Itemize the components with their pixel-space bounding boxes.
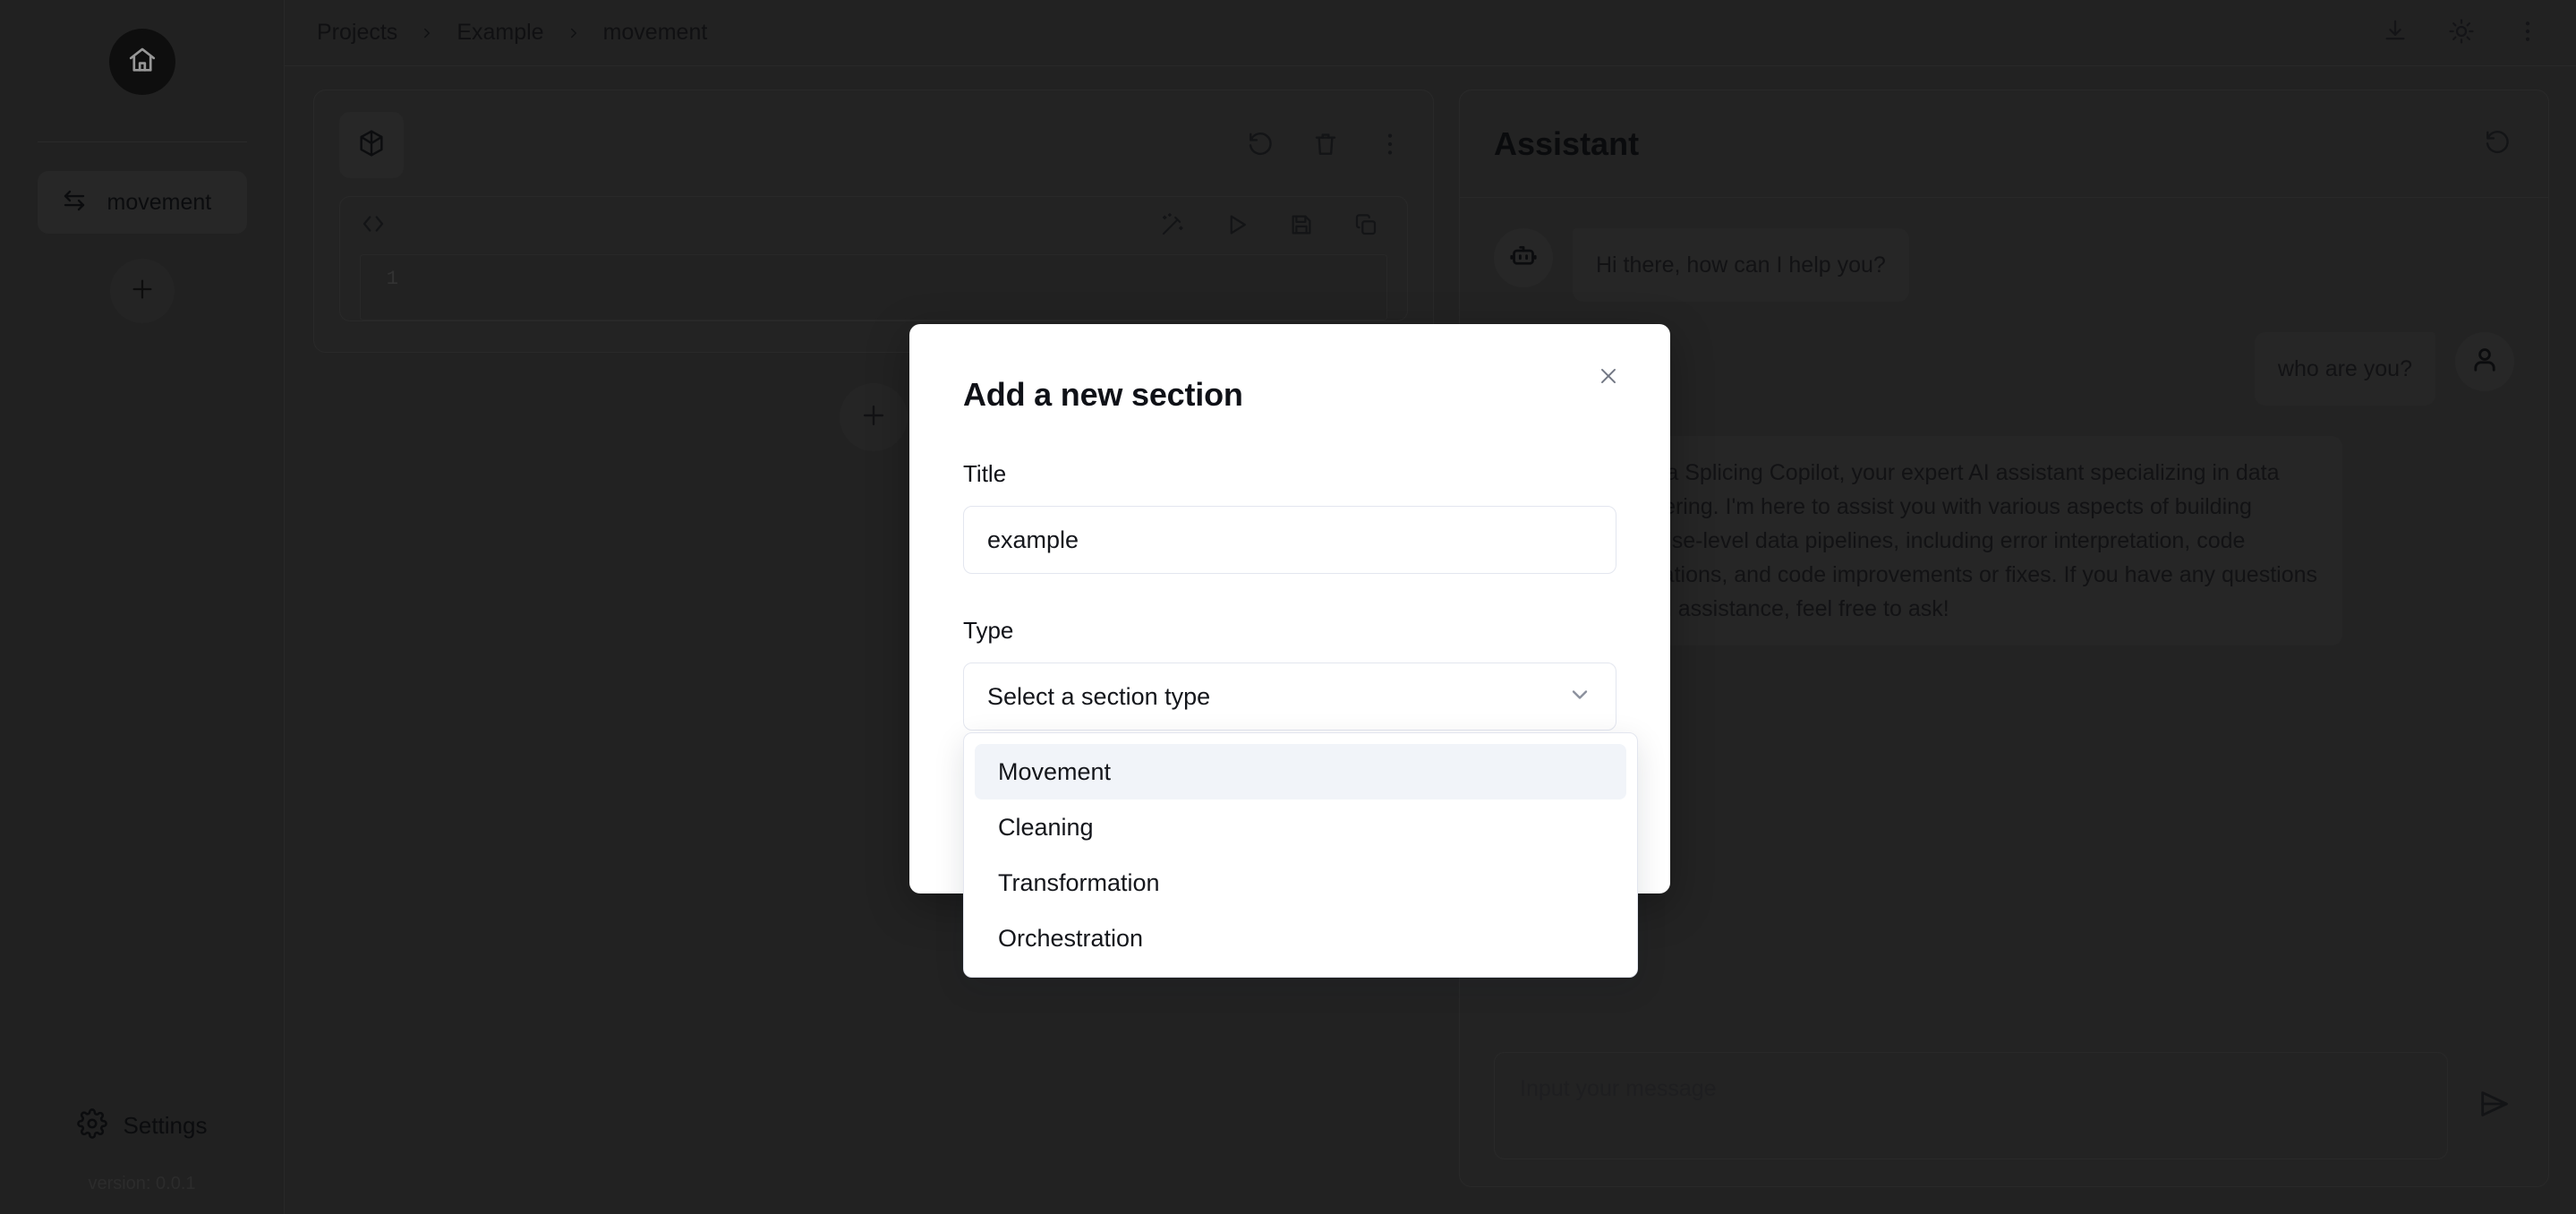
add-section-modal: Add a new section Title Type Select a se… bbox=[909, 324, 1670, 978]
title-input[interactable] bbox=[963, 506, 1616, 574]
modal-header: Add a new section bbox=[963, 360, 1616, 414]
dropdown-option-orchestration[interactable]: Orchestration bbox=[975, 910, 1626, 966]
dropdown-option-cleaning[interactable]: Cleaning bbox=[975, 799, 1626, 855]
section-type-select[interactable]: Select a section type bbox=[963, 663, 1616, 731]
dropdown-option-transformation[interactable]: Transformation bbox=[975, 855, 1626, 910]
dropdown-option-movement[interactable]: Movement bbox=[975, 744, 1626, 799]
type-field-label: Type bbox=[963, 617, 1014, 644]
title-field-label: Title bbox=[963, 460, 1007, 487]
type-field-group: Type Select a section type bbox=[963, 617, 1616, 731]
section-type-dropdown[interactable]: Movement Cleaning Transformation Orchest… bbox=[963, 732, 1638, 978]
close-icon bbox=[1597, 364, 1620, 390]
close-button[interactable] bbox=[1588, 356, 1629, 398]
app-root: movement Settings version: 0.0.1 Project… bbox=[0, 0, 2576, 1214]
chevron-down-icon bbox=[1567, 682, 1592, 712]
modal-title: Add a new section bbox=[963, 376, 1243, 413]
section-type-select-value: Select a section type bbox=[987, 682, 1211, 710]
title-field-group: Title bbox=[963, 460, 1616, 574]
